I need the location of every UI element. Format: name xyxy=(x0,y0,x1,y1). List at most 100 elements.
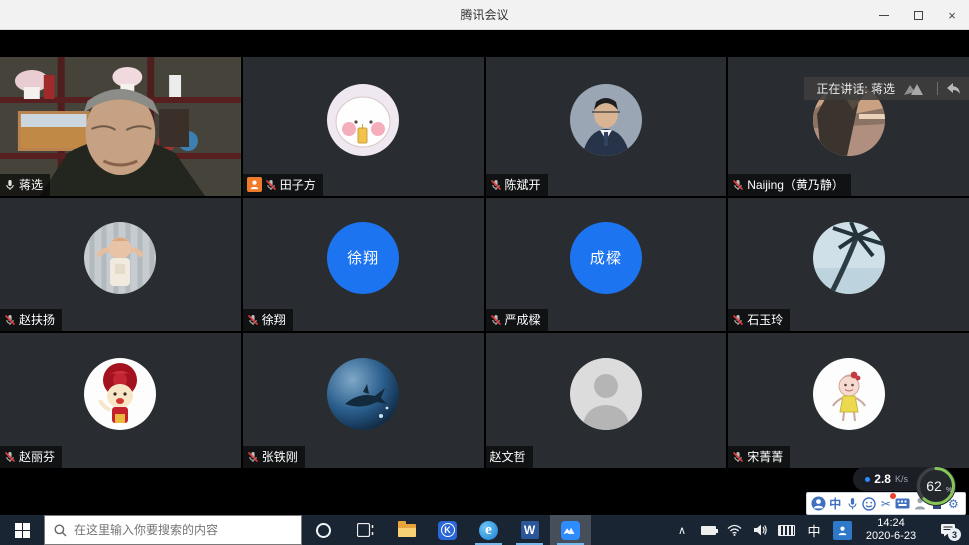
close-button[interactable]: × xyxy=(935,0,969,30)
meeting-tray-icon[interactable] xyxy=(829,515,855,545)
avatar-initials: 成樑 xyxy=(570,222,642,294)
ime-account-icon[interactable] xyxy=(811,496,826,511)
host-badge-icon xyxy=(247,177,262,192)
avatar-default xyxy=(570,358,642,430)
tencent-meeting-window: 腾讯会议 × xyxy=(0,0,969,545)
participant-name: 石玉玲 xyxy=(747,311,783,328)
collapse-arrow-icon[interactable] xyxy=(946,82,961,95)
participant-grid: 蒋选 田子方 xyxy=(0,57,969,468)
participant-tile-yanchengliang[interactable]: 成樑 严成樑 xyxy=(486,198,727,331)
tencent-meeting-taskbar-button[interactable] xyxy=(550,515,591,545)
wifi-icon[interactable] xyxy=(721,515,747,545)
mic-muted-icon xyxy=(732,451,744,463)
avatar xyxy=(570,84,642,156)
edge-browser-button[interactable]: e xyxy=(468,515,509,545)
input-language-indicator[interactable]: 中 xyxy=(799,515,829,545)
ime-lang-indicator[interactable]: 中 xyxy=(828,496,843,511)
mic-muted-icon xyxy=(732,314,744,326)
participant-tile-zhaowenzhe[interactable]: 赵文哲 xyxy=(486,333,727,468)
ime-keyboard-icon[interactable] xyxy=(895,496,910,511)
name-tag: 宋菁菁 xyxy=(728,446,790,468)
name-tag: 赵丽芬 xyxy=(0,446,62,468)
minimize-button[interactable] xyxy=(867,0,901,30)
notification-count-badge: 3 xyxy=(948,528,961,541)
participant-tile-zhaofuyang[interactable]: 赵扶扬 xyxy=(0,198,241,331)
title-bar: 腾讯会议 × xyxy=(0,0,969,30)
speaker-icon[interactable] xyxy=(747,515,773,545)
task-view-button[interactable] xyxy=(344,515,386,545)
participant-name: 宋菁菁 xyxy=(747,448,783,465)
participant-name: 张铁刚 xyxy=(262,448,298,465)
name-tag: 赵扶扬 xyxy=(0,309,62,331)
search-input[interactable] xyxy=(74,523,292,537)
maximize-icon xyxy=(914,11,923,20)
touch-keyboard-icon[interactable] xyxy=(773,515,799,545)
app-k-button[interactable]: K xyxy=(427,515,468,545)
mic-muted-icon xyxy=(247,451,259,463)
name-tag: 赵文哲 xyxy=(486,446,533,468)
windows-taskbar: K e W ∧ 中 xyxy=(0,515,969,545)
cortana-icon xyxy=(316,523,331,538)
name-tag: Naijing（黄乃静） xyxy=(728,174,851,196)
participant-name: 赵文哲 xyxy=(490,448,526,465)
participant-name: 蒋选 xyxy=(19,176,43,193)
divider xyxy=(937,82,938,95)
mic-muted-icon xyxy=(732,179,744,191)
task-view-icon xyxy=(357,523,374,537)
avatar xyxy=(327,84,399,156)
maximize-button[interactable] xyxy=(901,0,935,30)
participant-name: 陈斌开 xyxy=(505,176,541,193)
action-center-button[interactable]: 3 xyxy=(927,515,969,545)
mic-muted-icon xyxy=(490,314,502,326)
meeting-stage: 蒋选 田子方 xyxy=(0,30,969,515)
taskbar-clock[interactable]: 14:24 2020-6-23 xyxy=(855,515,927,545)
participant-tile-tianzifang[interactable]: 田子方 xyxy=(243,57,484,196)
taskbar-search[interactable] xyxy=(44,515,302,545)
mic-muted-icon xyxy=(490,179,502,191)
participant-tile-chenbinkai[interactable]: 陈斌开 xyxy=(486,57,727,196)
mic-muted-icon xyxy=(4,314,16,326)
name-tag: 蒋选 xyxy=(0,174,50,196)
window-title: 腾讯会议 xyxy=(0,6,969,23)
avatar xyxy=(84,358,156,430)
avatar xyxy=(327,358,399,430)
ime-emoji-icon[interactable] xyxy=(862,496,877,511)
network-dot-icon xyxy=(865,477,870,482)
file-explorer-button[interactable] xyxy=(386,515,427,545)
name-tag: 石玉玲 xyxy=(728,309,790,331)
ime-voice-icon[interactable] xyxy=(845,496,860,511)
speaking-banner-text: 正在讲话: 蒋选 xyxy=(816,80,895,97)
clock-date: 2020-6-23 xyxy=(866,530,916,543)
participant-tile-zhaolifen[interactable]: 赵丽芬 xyxy=(0,333,241,468)
ime-screenshot-scissors-icon[interactable]: ✂ xyxy=(878,496,893,511)
avatar xyxy=(813,222,885,294)
cortana-button[interactable] xyxy=(302,515,344,545)
battery-percent-text: 62 xyxy=(926,478,942,494)
mic-muted-icon xyxy=(4,451,16,463)
close-icon: × xyxy=(948,9,956,22)
participant-tile-shiyuling[interactable]: 石玉玲 xyxy=(728,198,969,331)
file-explorer-icon xyxy=(398,524,416,537)
participant-tile-xuxiang[interactable]: 徐翔 徐翔 xyxy=(243,198,484,331)
participant-name: 赵扶扬 xyxy=(19,311,55,328)
minimize-icon xyxy=(879,15,889,16)
k-app-icon: K xyxy=(438,521,457,540)
svg-text:%: % xyxy=(946,487,952,494)
meeting-logo-icon[interactable] xyxy=(903,82,929,96)
word-button[interactable]: W xyxy=(509,515,550,545)
start-button[interactable] xyxy=(0,515,44,545)
name-tag: 田子方 xyxy=(243,174,323,196)
clock-time: 14:24 xyxy=(877,517,905,530)
battery-tray-icon[interactable] xyxy=(695,515,721,545)
participant-tile-zhangtiegang[interactable]: 张铁刚 xyxy=(243,333,484,468)
participant-tile-songjingjing[interactable]: 宋菁菁 xyxy=(728,333,969,468)
avatar-initials: 徐翔 xyxy=(327,222,399,294)
participant-name: 严成樑 xyxy=(505,311,541,328)
tencent-meeting-icon xyxy=(561,521,580,540)
mic-on-icon xyxy=(4,179,16,191)
hidden-icons-chevron[interactable]: ∧ xyxy=(669,515,695,545)
battery-ring-widget[interactable]: 62 % xyxy=(915,465,957,507)
participant-tile-jiangxuan[interactable]: 蒋选 xyxy=(0,57,241,196)
avatar xyxy=(84,222,156,294)
edge-icon: e xyxy=(479,521,498,540)
